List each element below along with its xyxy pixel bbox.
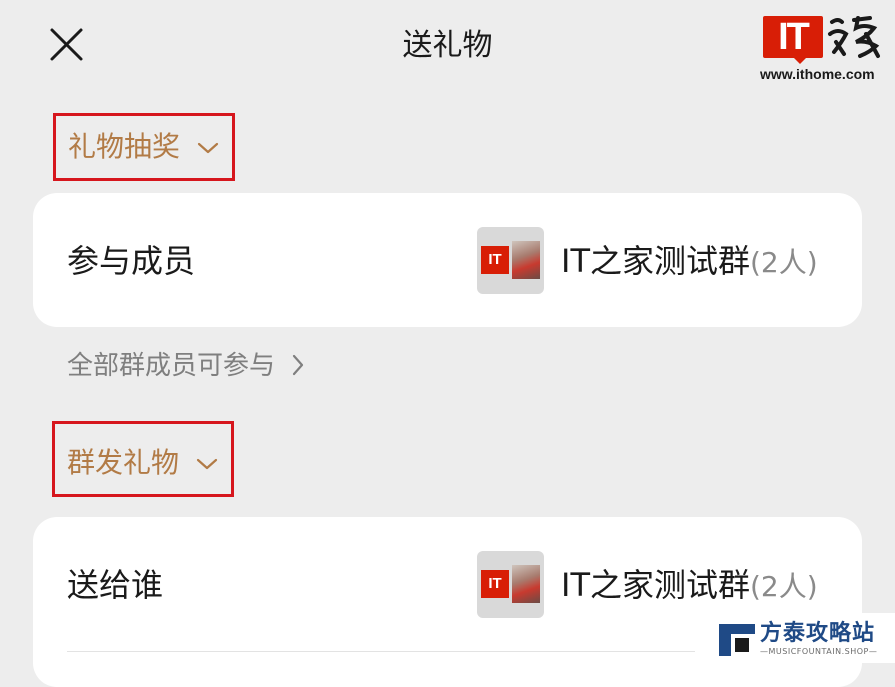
member-row-label: 参与成员 bbox=[67, 242, 196, 280]
site-logo-icon-svg bbox=[719, 624, 755, 656]
chevron-down-icon bbox=[196, 458, 218, 470]
avatar-photo bbox=[512, 241, 540, 279]
group-count: (2人) bbox=[750, 246, 818, 279]
recipient-row-label: 送给谁 bbox=[67, 566, 164, 604]
chevron-down-icon bbox=[197, 142, 219, 154]
watermark-site-title: 方泰攻略站 bbox=[760, 621, 876, 646]
page-title: 送礼物 bbox=[402, 28, 493, 63]
ithome-logo-side bbox=[826, 12, 882, 60]
avatar-it-logo: IT bbox=[481, 246, 509, 274]
mass-gift-section-label: 群发礼物 bbox=[67, 446, 180, 479]
site-logo-icon bbox=[719, 620, 755, 656]
all-members-hint: 全部群成员可参与 bbox=[67, 351, 276, 381]
group-avatar[interactable]: IT bbox=[477, 551, 544, 618]
group-avatar[interactable]: IT bbox=[477, 227, 544, 294]
recipient-group-name[interactable]: IT之家测试群(2人) bbox=[561, 563, 818, 609]
watermark-site-sub: —MUSICFOUNTAIN.SHOP— bbox=[760, 647, 878, 656]
lottery-section-toggle[interactable]: 礼物抽奖 bbox=[68, 127, 219, 167]
ithome-logo-tail bbox=[792, 56, 808, 64]
ithome-calligraphy-icon bbox=[828, 16, 880, 58]
avatar-photo bbox=[512, 565, 540, 603]
group-name-text: IT之家测试群 bbox=[561, 242, 750, 280]
lottery-section-label: 礼物抽奖 bbox=[68, 130, 181, 163]
chevron-right-icon bbox=[293, 354, 304, 376]
watermark-url: www.ithome.com bbox=[760, 66, 875, 82]
group-name-text: IT之家测试群 bbox=[561, 566, 750, 604]
row-divider bbox=[67, 651, 695, 652]
group-count: (2人) bbox=[750, 570, 818, 603]
all-members-link[interactable]: 全部群成员可参与 bbox=[67, 346, 305, 386]
ithome-logo: IT bbox=[763, 16, 823, 58]
member-group-name[interactable]: IT之家测试群(2人) bbox=[561, 239, 818, 285]
mass-gift-section-toggle[interactable]: 群发礼物 bbox=[67, 443, 218, 483]
avatar-it-logo: IT bbox=[481, 570, 509, 598]
